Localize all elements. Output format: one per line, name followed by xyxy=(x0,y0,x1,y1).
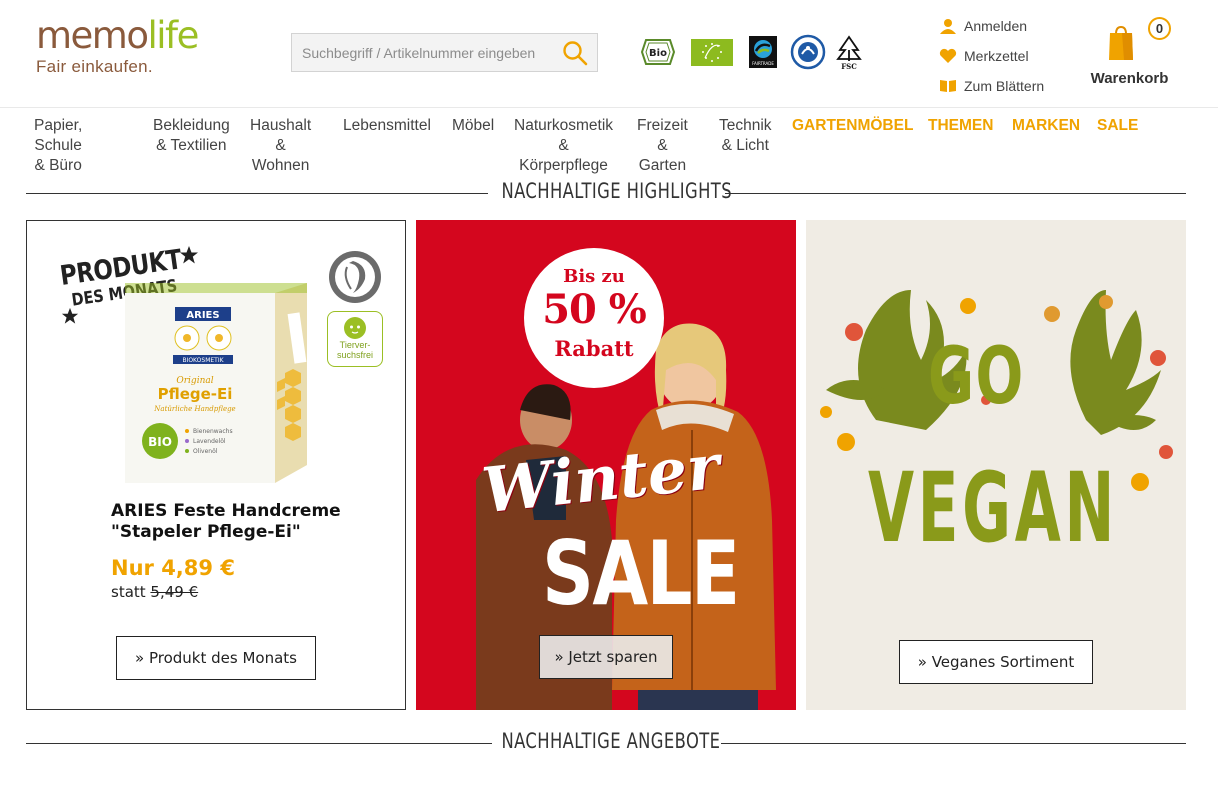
vegan-range-button[interactable]: » Veganes Sortiment xyxy=(899,640,1093,684)
section-heading-text: Nachhaltige Angebote xyxy=(501,729,721,753)
wishlist-link[interactable]: Merkzettel xyxy=(938,41,1044,71)
user-icon xyxy=(938,17,958,35)
browse-catalog-link[interactable]: Zum Blättern xyxy=(938,71,1044,101)
section-heading-offers: Nachhaltige Angebote xyxy=(26,729,1186,759)
heading-rule-left xyxy=(26,743,492,744)
natrue-seal-icon xyxy=(327,249,383,305)
heading-rule-right xyxy=(721,743,1186,744)
fsc-tree-icon: FSC xyxy=(834,34,864,71)
section-heading-highlights: Nachhaltige Highlights xyxy=(26,179,1186,209)
svg-text:BIO: BIO xyxy=(148,435,172,449)
blue-angel-icon xyxy=(790,34,826,70)
product-price: Nur 4,89 € xyxy=(111,556,235,580)
product-of-month-button[interactable]: » Produkt des Monats xyxy=(116,636,316,680)
memolife-logo[interactable]: memolife Fair einkaufen. xyxy=(36,14,199,77)
svg-text:FAIRTRADE: FAIRTRADE xyxy=(752,61,774,66)
svg-text:ARIES: ARIES xyxy=(186,310,219,321)
svg-text:FSC: FSC xyxy=(841,62,857,70)
cruelty-free-badge: Tierver- suchsfrei xyxy=(327,311,383,367)
svg-text:Natürliche Handpflege: Natürliche Handpflege xyxy=(153,405,235,413)
star-icon xyxy=(180,246,198,264)
vegan-headline: VEGAN xyxy=(868,452,1119,564)
site-header: memolife Fair einkaufen. Bio FAIRTRADE F… xyxy=(0,0,1218,108)
discount-badge: Bis zu 50 % Rabatt xyxy=(524,248,664,388)
cruelty-free-label: Tierver- suchsfrei xyxy=(336,340,373,360)
winter-sale-card[interactable]: Bis zu 50 % Rabatt Winter SALE » Jetzt s… xyxy=(416,220,796,710)
go-vegan-card[interactable]: GO VEGAN » Veganes Sortiment xyxy=(806,220,1186,710)
browse-label: Zum Blättern xyxy=(964,78,1045,94)
wishlist-label: Merkzettel xyxy=(964,48,1029,64)
logo-tagline: Fair einkaufen. xyxy=(36,57,153,76)
svg-text:Bienenwachs: Bienenwachs xyxy=(193,428,233,435)
section-heading-text: Nachhaltige Highlights xyxy=(501,179,732,203)
nav-item-brands[interactable]: MARKEN xyxy=(1012,116,1080,136)
star-icon xyxy=(61,307,79,324)
login-link[interactable]: Anmelden xyxy=(938,11,1044,41)
cart-button[interactable]: 0 Warenkorb xyxy=(1082,16,1177,92)
bio-seal-icon: Bio xyxy=(640,34,676,70)
search-box xyxy=(291,33,598,72)
svg-text:BIOKOSMETIK: BIOKOSMETIK xyxy=(182,357,224,364)
go-headline: GO xyxy=(928,332,1025,422)
nav-item-leisure-garden[interactable]: Freizeit & Garten xyxy=(637,116,688,176)
heading-rule-left xyxy=(26,193,488,194)
cart-count-badge: 0 xyxy=(1148,17,1171,40)
account-menu: Anmelden Merkzettel Zum Blättern xyxy=(938,11,1044,101)
open-book-icon xyxy=(938,77,958,95)
svg-text:Lavendelöl: Lavendelöl xyxy=(193,438,226,445)
nav-item-household-living[interactable]: Haushalt & Wohnen xyxy=(250,116,311,176)
svg-text:Bio: Bio xyxy=(649,48,667,59)
product-image[interactable]: ARIES BIOKOSMETIK Original Pflege-Ei Nat… xyxy=(125,283,311,483)
product-name[interactable]: ARIES Feste Handcreme "Stapeler Pflege-E… xyxy=(111,501,391,543)
fairtrade-icon: FAIRTRADE xyxy=(748,34,778,70)
nav-item-paper-school-office[interactable]: Papier, Schule & Büro xyxy=(34,116,82,176)
logo-wordmark: memolife xyxy=(36,14,199,57)
search-input[interactable] xyxy=(292,34,554,71)
eu-organic-leaf-icon xyxy=(690,34,734,70)
heading-rule-right xyxy=(725,193,1186,194)
product-old-price: statt 5,49 € xyxy=(111,583,199,601)
save-now-button[interactable]: » Jetzt sparen xyxy=(539,635,673,679)
cat-icon xyxy=(344,317,366,339)
search-icon[interactable] xyxy=(561,39,589,67)
nav-item-sale[interactable]: SALE xyxy=(1097,116,1138,136)
nav-item-furniture[interactable]: Möbel xyxy=(452,116,494,136)
nav-item-garden-furniture[interactable]: GARTENMÖBEL xyxy=(792,116,913,136)
nav-item-tech-light[interactable]: Technik & Licht xyxy=(719,116,772,156)
cart-label: Warenkorb xyxy=(1090,70,1169,87)
sale-headline: SALE xyxy=(542,522,740,625)
heart-icon xyxy=(938,47,958,65)
nav-item-themes[interactable]: THEMEN xyxy=(928,116,993,136)
login-label: Anmelden xyxy=(964,18,1028,34)
nav-item-clothing-textiles[interactable]: Bekleidung & Textilien xyxy=(153,116,230,156)
svg-text:Olivenöl: Olivenöl xyxy=(193,448,218,455)
shopping-bag-icon xyxy=(1108,24,1134,66)
nav-item-natural-cosmetics[interactable]: Naturkosmetik & Körperpflege xyxy=(514,116,613,176)
nav-item-food[interactable]: Lebensmittel xyxy=(343,116,431,136)
svg-text:Pflege-Ei: Pflege-Ei xyxy=(158,385,233,403)
product-of-month-card[interactable]: PRODUKT DES MONATS ARIES BIOKOSMETIK Ori… xyxy=(26,220,406,710)
